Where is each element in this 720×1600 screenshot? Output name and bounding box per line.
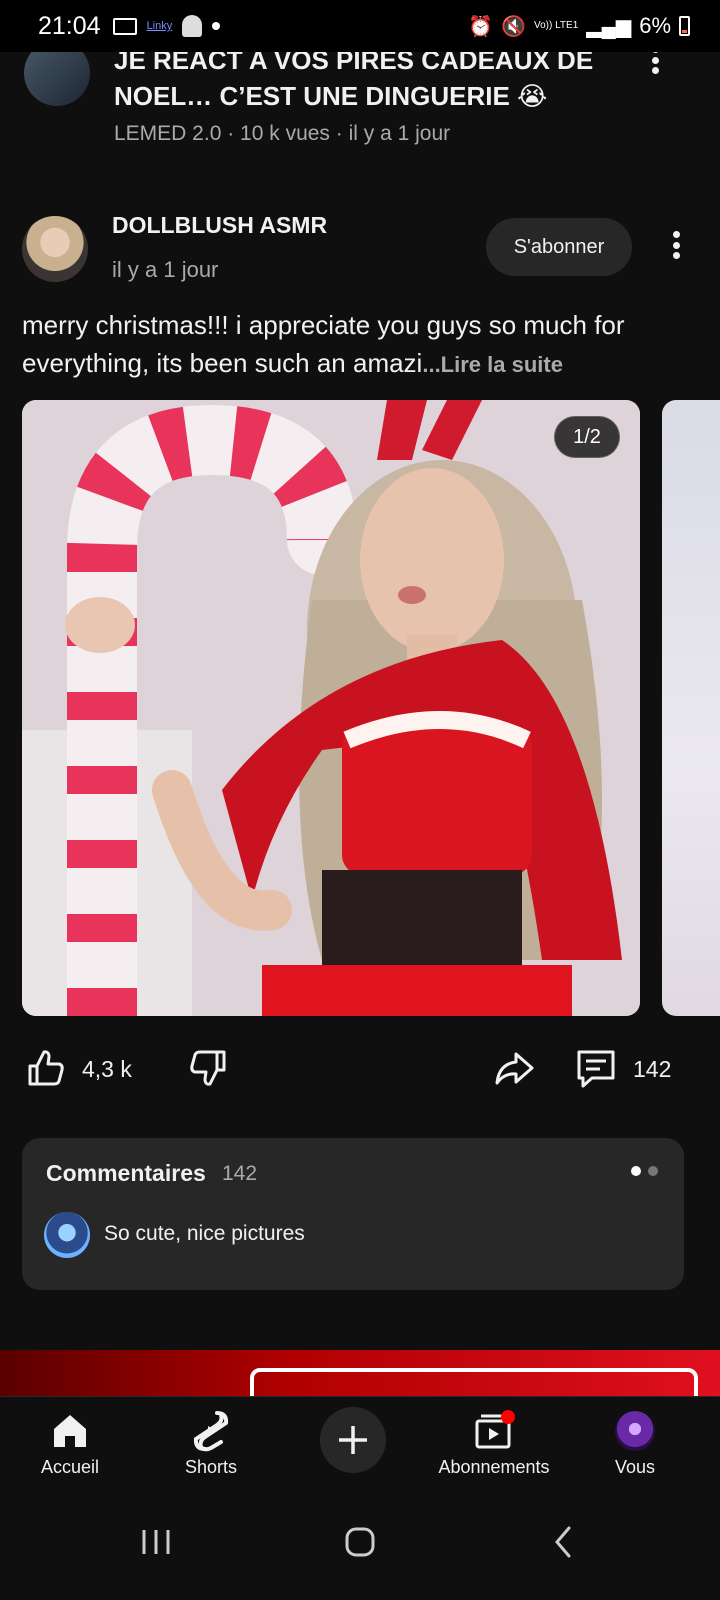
status-bar: 21:04 Linky ⏰ 🔇 Vo)) LTE1 ▂▄▆ 6% [0, 0, 720, 52]
avatar [615, 1411, 655, 1451]
comment-count: 142 [633, 1056, 672, 1082]
system-nav-bar [0, 1488, 720, 1600]
post-action-bar: 4,3 k 142 [0, 1046, 720, 1102]
post-image[interactable] [22, 400, 640, 1016]
subscribe-button[interactable]: S'abonner [486, 218, 632, 276]
nav-subscriptions-label: Abonnements [438, 1457, 550, 1477]
battery-percent: 6% [639, 13, 671, 38]
comment-icon[interactable] [574, 1046, 618, 1090]
bottom-nav: Accueil Shorts Abonnements Vous [0, 1396, 720, 1488]
read-more-link[interactable]: ...Lire la suite [422, 352, 563, 377]
next-video-thumbnail[interactable] [0, 1350, 720, 1396]
subscriptions-icon [472, 1409, 516, 1453]
comments-section[interactable]: Commentaires 142 So cute, nice pictures [22, 1138, 684, 1290]
image-counter: 1/2 [554, 416, 620, 458]
share-icon[interactable] [492, 1046, 536, 1090]
nav-you-icon-wrap [613, 1409, 657, 1453]
nav-home[interactable]: Accueil [0, 1397, 140, 1489]
status-time: 21:04 [38, 11, 101, 40]
dislike-icon[interactable] [186, 1046, 230, 1090]
comments-title: Commentaires [46, 1160, 206, 1186]
nav-you[interactable]: Vous [565, 1397, 705, 1489]
create-button[interactable] [320, 1407, 386, 1473]
battery-icon [679, 16, 690, 36]
mute-icon: 🔇 [501, 15, 526, 38]
home-button-icon[interactable] [330, 1522, 390, 1562]
network-label: Vo)) LTE1 [533, 20, 579, 31]
signal-icon: ▂▄▆ [586, 15, 632, 38]
commenter-avatar [44, 1212, 90, 1258]
like-count: 4,3 k [82, 1056, 132, 1082]
post-text[interactable]: merry christmas!!! i appreciate you guys… [22, 306, 698, 384]
back-icon[interactable] [534, 1522, 594, 1562]
nav-home-label: Accueil [40, 1457, 100, 1477]
nav-you-label: Vous [614, 1457, 656, 1477]
status-left-icons: Linky [112, 15, 221, 37]
alarm-icon: ⏰ [468, 15, 494, 38]
comments-count: 142 [222, 1162, 258, 1185]
cast-icon [112, 17, 137, 35]
comment-text: So cute, nice pictures [104, 1222, 305, 1245]
post-image-graphic [22, 400, 640, 1016]
post-time: il y a 1 jour [112, 257, 219, 282]
shorts-icon [189, 1409, 233, 1453]
post-more-options-icon[interactable] [666, 227, 686, 263]
notification-dot-icon [212, 22, 221, 30]
video-meta: LEMED 2.0 · 10 k vues · il y a 1 jour [114, 122, 451, 145]
comments-pager [631, 1166, 658, 1176]
nav-subscriptions[interactable]: Abonnements [424, 1397, 564, 1489]
post-channel-name[interactable]: DOLLBLUSH ASMR [112, 212, 327, 239]
next-image-preview[interactable] [662, 400, 720, 1016]
snapchat-icon [182, 15, 203, 37]
status-right-icons: ⏰ 🔇 Vo)) LTE1 ▂▄▆ 6% [468, 13, 690, 39]
like-icon[interactable] [24, 1046, 68, 1090]
home-icon [48, 1409, 92, 1453]
recent-apps-icon[interactable] [126, 1522, 186, 1562]
post-channel-avatar[interactable] [22, 216, 88, 282]
plus-icon [339, 1426, 367, 1454]
video-title[interactable]: JE REACT A VOS PIRES CADEAUX DE NOEL… C’… [114, 42, 634, 114]
linky-icon: Linky [146, 20, 173, 32]
nav-shorts[interactable]: Shorts [141, 1397, 281, 1489]
nav-shorts-label: Shorts [184, 1457, 238, 1477]
